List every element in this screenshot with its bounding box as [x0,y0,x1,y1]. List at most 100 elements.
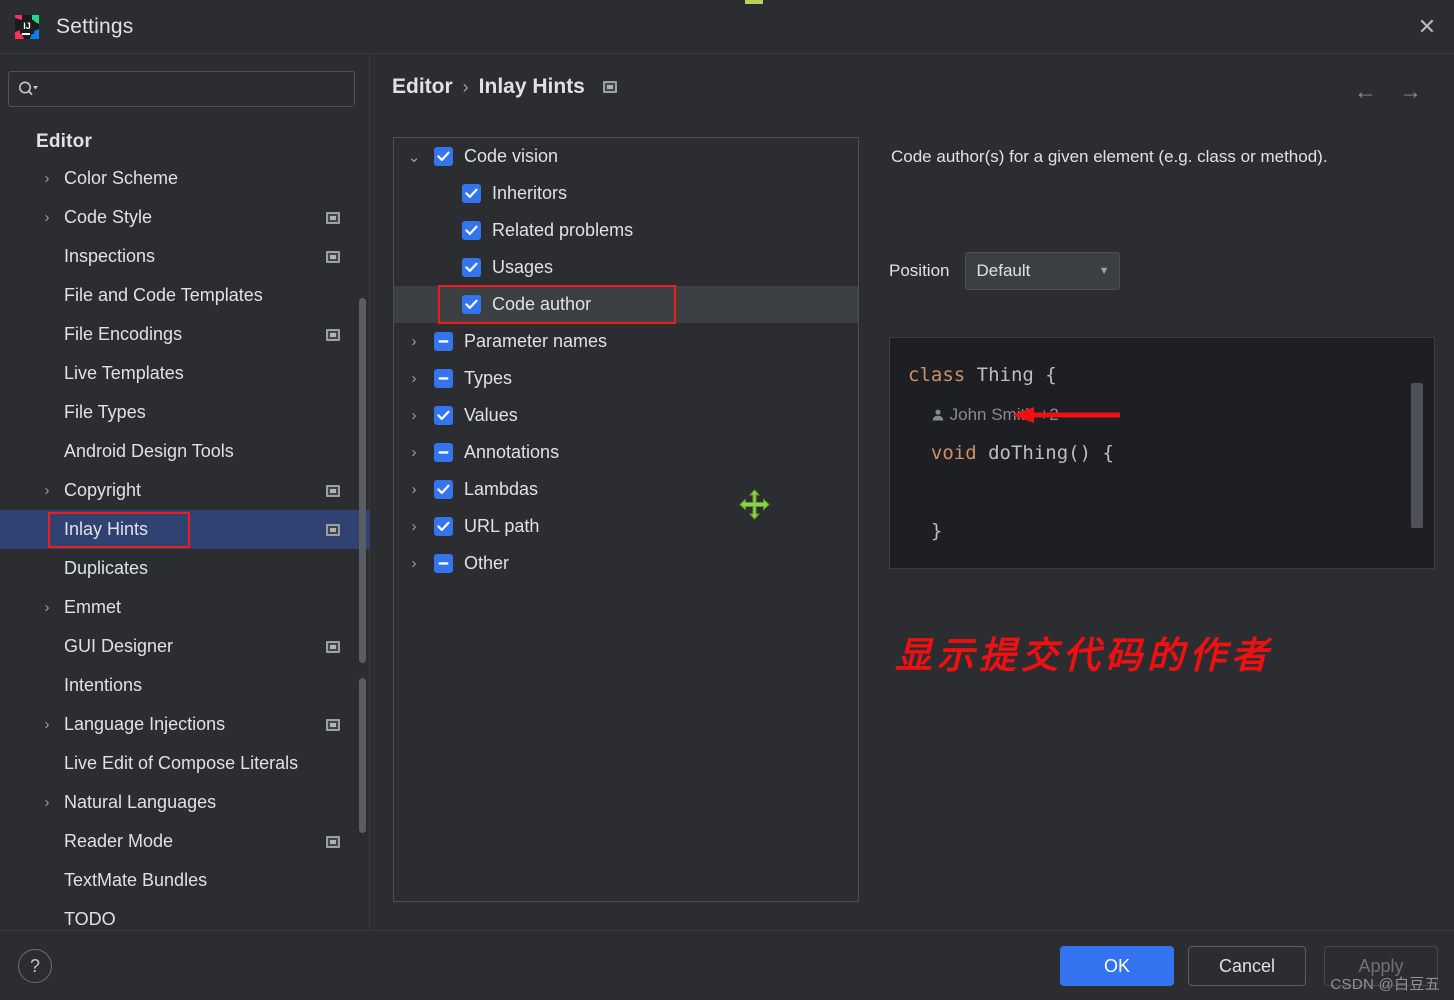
chevron-right-icon[interactable]: › [406,518,422,535]
dialog-footer: ? OK Cancel Apply CSDN @白豆五 [0,930,1454,1000]
breadcrumb-current: Inlay Hints [479,75,585,99]
chevron-right-icon[interactable]: › [406,407,422,424]
sidebar-item-file-encodings[interactable]: File Encodings [0,315,370,354]
chevron-right-icon[interactable]: › [40,170,54,187]
chevron-right-icon[interactable]: › [406,333,422,350]
sidebar-item-label: Live Edit of Compose Literals [64,753,298,774]
sidebar-item-label: TODO [64,909,116,930]
search-input[interactable] [43,81,346,97]
sidebar-item-emmet[interactable]: ›Emmet [0,588,370,627]
chevron-right-icon[interactable]: › [40,599,54,616]
sidebar-item-textmate-bundles[interactable]: TextMate Bundles [0,861,370,900]
sidebar-item-label: Copyright [64,480,141,501]
sidebar-item-label: Color Scheme [64,168,178,189]
tree-row-usages[interactable]: Usages [394,249,858,286]
sidebar-item-inspections[interactable]: Inspections [0,237,370,276]
sidebar-item-duplicates[interactable]: Duplicates [0,549,370,588]
close-icon[interactable]: ✕ [1400,0,1454,54]
chevron-right-icon[interactable]: › [40,482,54,499]
chevron-right-icon[interactable]: › [406,555,422,572]
search-icon [17,79,39,99]
sidebar-item-reader-mode[interactable]: Reader Mode [0,822,370,861]
tree-row-values[interactable]: ›Values [394,397,858,434]
project-scope-icon [326,485,340,497]
back-icon[interactable]: ← [1354,80,1377,103]
sidebar-item-todo[interactable]: TODO [0,900,370,930]
tree-row-url-path[interactable]: ›URL path [394,508,858,545]
sidebar-section-header: Editor [0,123,370,159]
csdn-watermark: CSDN @白豆五 [1330,973,1440,994]
chevron-right-icon[interactable]: › [406,481,422,498]
checkbox-checked[interactable] [434,480,453,499]
search-box[interactable] [8,71,355,107]
title-bar: IJ Settings ✕ [0,0,1454,54]
sidebar-item-label: Natural Languages [64,792,216,813]
checkbox-checked[interactable] [462,258,481,277]
sidebar-item-code-style[interactable]: › Code Style [0,198,370,237]
checkbox-checked[interactable] [434,147,453,166]
tree-row-types[interactable]: ›Types [394,360,858,397]
chevron-right-icon[interactable]: › [406,444,422,461]
checkbox-checked[interactable] [462,295,481,314]
sidebar-item-label: File Encodings [64,324,182,345]
chevron-right-icon[interactable]: › [40,716,54,733]
chevron-down-icon[interactable]: ⌄ [406,148,422,166]
sidebar-item-copyright[interactable]: › Copyright [0,471,370,510]
sidebar-item-file-types[interactable]: File Types [0,393,370,432]
sidebar-item-intentions[interactable]: Intentions [0,666,370,705]
checkbox-indeterminate[interactable] [434,332,453,351]
project-scope-icon [326,719,340,731]
checkbox-indeterminate[interactable] [434,443,453,462]
sidebar-item-live-templates[interactable]: Live Templates [0,354,370,393]
sidebar-item-color-scheme[interactable]: › Color Scheme [0,159,370,198]
sidebar-item-gui-designer[interactable]: GUI Designer [0,627,370,666]
top-marker [745,0,763,4]
sidebar-item-label: Android Design Tools [64,441,234,462]
tree-row-code-author[interactable]: Code author [394,286,858,323]
checkbox-checked[interactable] [462,221,481,240]
code-class-name: Thing { [977,364,1057,386]
chevron-right-icon[interactable]: › [40,794,54,811]
breadcrumb: Editor › Inlay Hints [392,75,617,99]
hints-tree-panel: ⌄Code visionInheritorsRelated problemsUs… [393,137,859,902]
tree-row-parameter-names[interactable]: › Parameter names [394,323,858,360]
sidebar-item-android-design-tools[interactable]: Android Design Tools [0,432,370,471]
sidebar-item-label: Code Style [64,207,152,228]
checkbox-indeterminate[interactable] [434,369,453,388]
sidebar-item-label: File Types [64,402,146,423]
sidebar-scrollbar-lower[interactable] [359,678,366,833]
sidebar-item-file-and-code-templates[interactable]: File and Code Templates [0,276,370,315]
project-scope-icon [326,251,340,263]
tree-row-inheritors[interactable]: Inheritors [394,175,858,212]
breadcrumb-root[interactable]: Editor [392,75,453,99]
sidebar-item-label: Reader Mode [64,831,173,852]
help-icon[interactable]: ? [18,949,52,983]
forward-icon[interactable]: → [1399,80,1422,103]
sidebar-item-inlay-hints[interactable]: Inlay Hints [0,510,370,549]
sidebar-item-label: Live Templates [64,363,184,384]
checkbox-checked[interactable] [434,517,453,536]
sidebar-item-label: Intentions [64,675,142,696]
checkbox-checked[interactable] [462,184,481,203]
tree-row-other[interactable]: ›Other [394,545,858,582]
code-method-name: doThing() { [988,442,1114,464]
settings-sidebar: Editor › Color Scheme › Code Style Inspectio… [0,55,370,930]
sidebar-item-live-edit-of-compose-literals[interactable]: Live Edit of Compose Literals [0,744,370,783]
tree-row-annotations[interactable]: ›Annotations [394,434,858,471]
tree-row-lambdas[interactable]: ›Lambdas [394,471,858,508]
code-preview-scrollbar[interactable] [1411,383,1423,528]
code-preview-panel: class Thing { John Smith +2 void doThing… [889,337,1435,569]
tree-row-related-problems[interactable]: Related problems [394,212,858,249]
checkbox-checked[interactable] [434,406,453,425]
chevron-right-icon[interactable]: › [406,370,422,387]
sidebar-scrollbar[interactable] [359,298,366,663]
tree-row-code-vision[interactable]: ⌄Code vision [394,138,858,175]
chevron-right-icon[interactable]: › [40,209,54,226]
sidebar-item-natural-languages[interactable]: › Natural Languages [0,783,370,822]
cancel-button[interactable]: Cancel [1188,946,1306,986]
sidebar-item-language-injections[interactable]: ›Language Injections [0,705,370,744]
ok-button[interactable]: OK [1060,946,1174,986]
position-dropdown[interactable]: Default ▼ [965,252,1120,290]
checkbox-indeterminate[interactable] [434,554,453,573]
tree-row-label: Parameter names [464,331,607,352]
